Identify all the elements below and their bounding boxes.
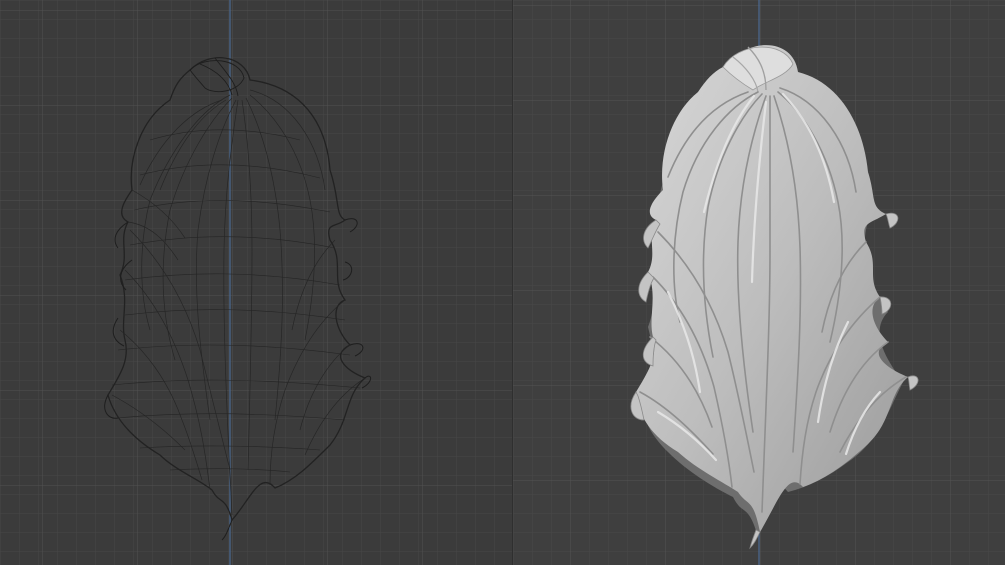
solid-canvas[interactable] <box>513 0 1005 565</box>
viewport-solid[interactable] <box>513 0 1005 565</box>
viewport-area <box>0 0 1005 565</box>
viewport-wireframe[interactable] <box>0 0 513 565</box>
grid-major <box>0 0 513 565</box>
wireframe-canvas[interactable] <box>0 0 513 565</box>
